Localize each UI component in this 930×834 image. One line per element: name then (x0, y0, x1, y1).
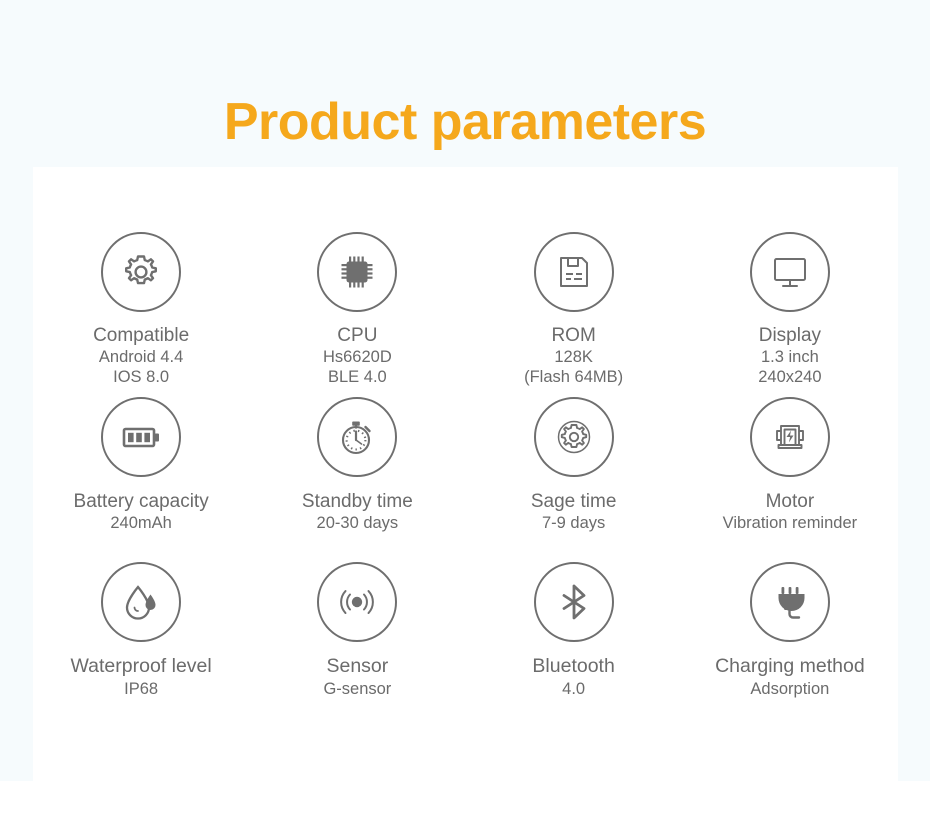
specs-panel: Compatible Android 4.4 IOS 8.0 CPU Hs662… (33, 167, 898, 781)
spec-item-display: Display 1.3 inch 240x240 (682, 232, 898, 397)
spec-item-standby-time: Standby time 20-30 days (249, 397, 465, 562)
page-title: Product parameters (223, 93, 707, 151)
spec-title: Standby time (301, 491, 413, 512)
spec-title: Battery capacity (73, 491, 209, 512)
spec-sub-1: Hs6620D (322, 348, 392, 367)
spec-sub-1: 128K (554, 348, 593, 367)
motor-icon (749, 397, 830, 477)
spec-sub-2: 240x240 (758, 368, 822, 387)
spec-sub-1: Adsorption (750, 679, 830, 698)
stopwatch-icon (317, 397, 398, 477)
spec-labels: ROM 128K (Flash 64MB) (524, 324, 623, 387)
spec-labels: Motor Vibration reminder (723, 490, 858, 533)
spec-item-battery-capacity: Battery capacity 240mAh (33, 397, 249, 562)
spec-title: Waterproof level (70, 655, 212, 677)
spec-item-bluetooth: Bluetooth 4.0 (466, 562, 682, 732)
spec-sub-2: (Flash 64MB) (524, 368, 624, 387)
spec-labels: Display 1.3 inch 240x240 (758, 324, 821, 387)
spec-item-sensor: Sensor G-sensor (249, 562, 465, 732)
spec-labels: Waterproof level IP68 (70, 655, 211, 699)
spec-sub-2: IOS 8.0 (113, 368, 170, 387)
spec-title: Charging method (715, 655, 865, 677)
spec-title: Bluetooth (532, 655, 615, 677)
spec-labels: Battery capacity 240mAh (74, 490, 209, 533)
spec-sub-1: 1.3 inch (760, 348, 819, 367)
battery-icon (101, 397, 182, 477)
spec-title: Sage time (530, 491, 617, 512)
spec-sub-1: 7-9 days (541, 514, 606, 533)
gear-icon (101, 232, 182, 312)
spec-title: Compatible (93, 325, 190, 346)
spec-labels: Charging method Adsorption (715, 655, 865, 699)
spec-labels: Bluetooth 4.0 (532, 655, 614, 699)
spec-title: ROM (551, 325, 596, 346)
spec-item-rom: ROM 128K (Flash 64MB) (466, 232, 682, 397)
spec-sub-1: 240mAh (110, 514, 172, 533)
spec-sub-2: BLE 4.0 (328, 368, 387, 387)
water-drop-icon (101, 562, 182, 642)
specs-grid: Compatible Android 4.4 IOS 8.0 CPU Hs662… (33, 167, 898, 781)
spec-title: Display (758, 325, 822, 346)
spec-item-compatible: Compatible Android 4.4 IOS 8.0 (33, 232, 249, 397)
spec-sub-1: Vibration reminder (722, 514, 858, 533)
spec-sub-1: G-sensor (323, 679, 392, 698)
spec-title: Sensor (326, 655, 389, 677)
spec-labels: Sage time 7-9 days (531, 490, 617, 533)
spec-sub-1: 4.0 (562, 679, 586, 698)
bluetooth-icon (533, 562, 614, 642)
signal-sensor-icon (317, 562, 398, 642)
spec-labels: Compatible Android 4.4 IOS 8.0 (93, 324, 189, 387)
product-parameters-infographic: Product parameters Compatible Android 4.… (0, 0, 930, 834)
page-bottom-margin (0, 781, 930, 834)
spec-labels: CPU Hs6620D BLE 4.0 (323, 324, 392, 387)
spec-sub-1: Android 4.4 (98, 348, 184, 367)
spec-item-waterproof-level: Waterproof level IP68 (33, 562, 249, 732)
spec-labels: Sensor G-sensor (323, 655, 391, 699)
spec-sub-1: IP68 (124, 679, 159, 698)
gear-outline-icon (533, 397, 614, 477)
power-plug-icon (749, 562, 830, 642)
spec-title: CPU (337, 325, 378, 346)
spec-item-motor: Motor Vibration reminder (682, 397, 898, 562)
spec-labels: Standby time 20-30 days (302, 490, 413, 533)
monitor-icon (749, 232, 830, 312)
spec-title: Motor (765, 491, 815, 512)
spec-item-cpu: CPU Hs6620D BLE 4.0 (249, 232, 465, 397)
floppy-disk-icon (533, 232, 614, 312)
spec-sub-1: 20-30 days (316, 514, 399, 533)
cpu-chip-icon (317, 232, 398, 312)
spec-item-sage-time: Sage time 7-9 days (466, 397, 682, 562)
spec-item-charging-method: Charging method Adsorption (682, 562, 898, 732)
